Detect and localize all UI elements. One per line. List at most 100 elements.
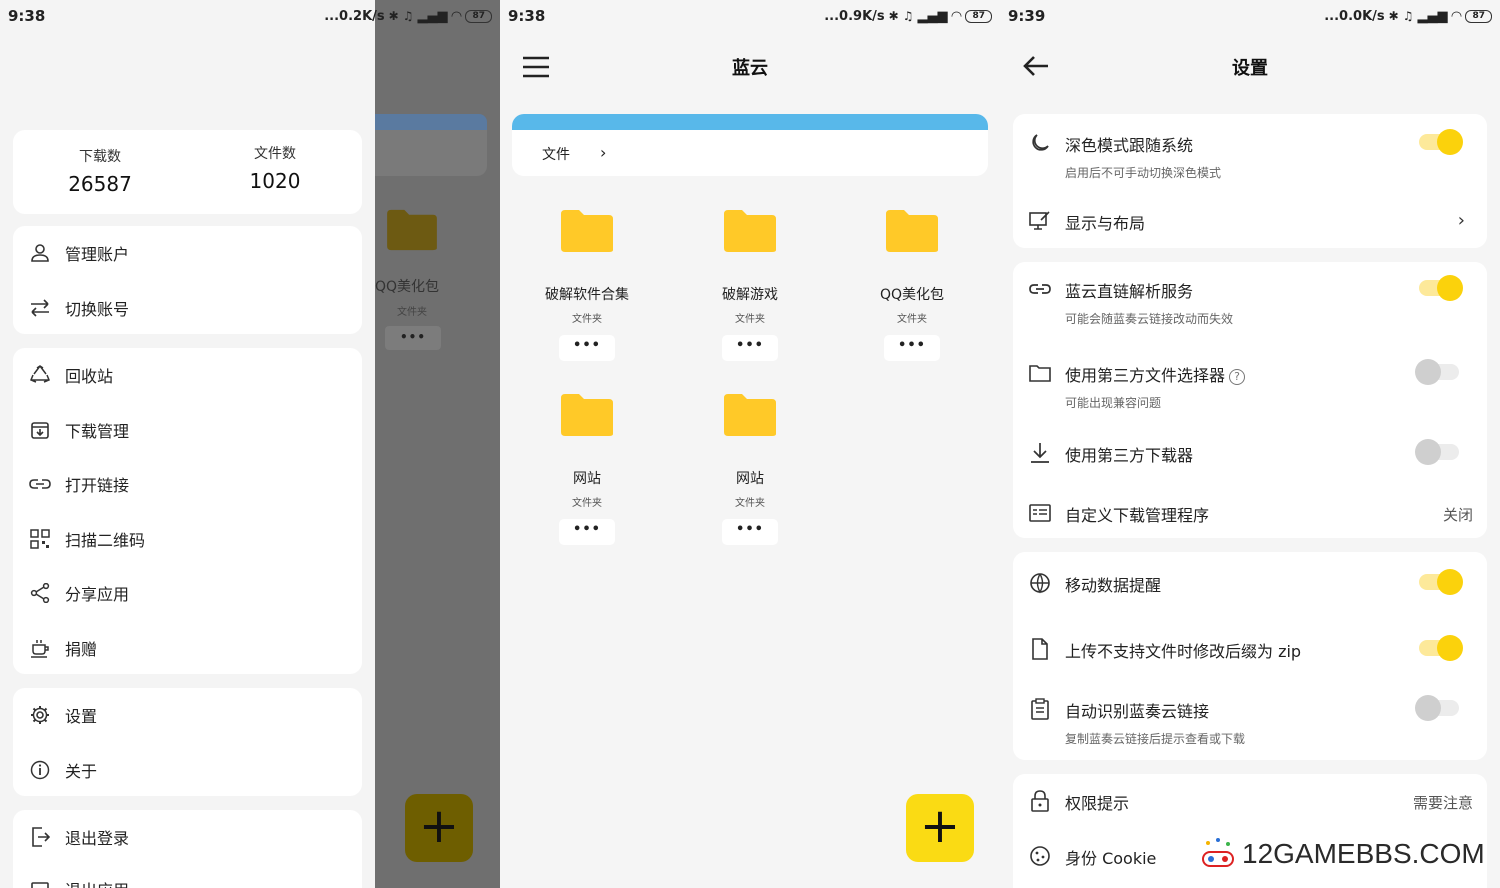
setting-third-party-downloader[interactable]: 使用第三方下载器 bbox=[1029, 439, 1473, 468]
files-stat: 文件数 1020 bbox=[215, 143, 335, 193]
menu-about[interactable]: 关于 bbox=[29, 755, 97, 785]
setting-title: 使用第三方文件选择器? bbox=[1065, 362, 1246, 386]
setting-title: 身份 Cookie bbox=[1065, 849, 1157, 868]
fab-add-button: + bbox=[405, 794, 473, 862]
stats-card: 下载数 26587 文件数 1020 bbox=[13, 130, 362, 214]
folder-item[interactable]: 网站 文件夹 ••• bbox=[675, 392, 825, 545]
settings-group-appearance: 深色模式跟随系统 启用后不可手动切换深色模式 显示与布局 › bbox=[1013, 114, 1487, 248]
menu-share-app[interactable]: 分享应用 bbox=[29, 578, 129, 608]
setting-title: 蓝云直链解析服务 bbox=[1065, 282, 1194, 301]
more-button[interactable]: ••• bbox=[559, 335, 615, 361]
setting-custom-download-manager[interactable]: 自定义下载管理程序 关闭 bbox=[1029, 502, 1473, 528]
setting-upload-zip[interactable]: 上传不支持文件时修改后缀为 zip bbox=[1029, 635, 1473, 664]
third-picker-toggle[interactable] bbox=[1415, 359, 1459, 385]
menu-switch-account[interactable]: 切换账号 bbox=[29, 293, 129, 323]
moon-icon bbox=[1032, 134, 1049, 151]
menu-open-link[interactable]: 打开链接 bbox=[29, 469, 129, 499]
setting-title: 上传不支持文件时修改后缀为 zip bbox=[1065, 642, 1302, 661]
setting-title: 深色模式跟随系统 bbox=[1065, 136, 1194, 155]
setting-desc: 复制蓝奏云链接后提示查看或下载 bbox=[1065, 732, 1246, 746]
setting-display-layout[interactable]: 显示与布局 › bbox=[1029, 210, 1473, 236]
more-button[interactable]: ••• bbox=[722, 335, 778, 361]
folder-name: 破解游戏 bbox=[722, 287, 778, 303]
coffee-cup-icon bbox=[29, 637, 51, 659]
third-downloader-toggle[interactable] bbox=[1415, 439, 1459, 465]
folder-name: QQ美化包 bbox=[375, 279, 440, 295]
more-button[interactable]: ••• bbox=[884, 335, 940, 361]
mobile-data-toggle[interactable] bbox=[1419, 569, 1463, 595]
terminal-icon bbox=[1029, 504, 1051, 522]
setting-title-text: 使用第三方文件选择器 bbox=[1065, 366, 1226, 385]
setting-title: 使用第三方下载器 bbox=[1065, 446, 1194, 465]
gamepad-logo-icon bbox=[1202, 838, 1234, 867]
mute-icon: ♫ bbox=[902, 9, 914, 23]
menu-scan-qr[interactable]: 扫描二维码 bbox=[29, 524, 145, 554]
drawer-screen: QQ美化包 文件夹 ••• + 9:38 下载数 26587 文件数 1020 … bbox=[0, 0, 500, 888]
fab-add-button[interactable]: + bbox=[906, 794, 974, 862]
status-time: 9:39 bbox=[1008, 7, 1046, 25]
menu-manage-account[interactable]: 管理账户 bbox=[29, 238, 129, 268]
folder-item[interactable]: 网站 文件夹 ••• bbox=[512, 392, 662, 545]
menu-label: 退出应用 bbox=[65, 877, 129, 888]
menu-download-manager[interactable]: 下载管理 bbox=[29, 415, 129, 445]
gear-icon bbox=[29, 704, 51, 726]
bluetooth-icon: ✱ bbox=[888, 9, 899, 23]
folder-item[interactable]: 破解软件合集 文件夹 ••• bbox=[512, 208, 662, 361]
setting-mobile-data[interactable]: 移动数据提醒 bbox=[1029, 569, 1473, 598]
setting-title: 自动识别蓝奏云链接 bbox=[1065, 702, 1210, 721]
more-button[interactable]: ••• bbox=[559, 519, 615, 545]
status-bar: 9:38 ...0.9K/s ✱ ♫ ▂▄▆ ◠ 87 bbox=[500, 0, 1000, 32]
folder-icon bbox=[387, 209, 437, 251]
menu-donate[interactable]: 捐赠 bbox=[29, 633, 97, 663]
auto-detect-toggle[interactable] bbox=[1415, 695, 1459, 721]
globe-icon bbox=[1030, 573, 1050, 594]
menu-label: 下载管理 bbox=[65, 422, 130, 441]
status-icons: ...0.9K/s ✱ ♫ ▂▄▆ ◠ 87 bbox=[824, 9, 992, 24]
menu-exit-app[interactable]: 退出应用 bbox=[29, 874, 129, 888]
menu-label: 退出登录 bbox=[65, 829, 130, 848]
settings-group-misc: 移动数据提醒 上传不支持文件时修改后缀为 zip 自动识别蓝奏云链接 复制蓝奏云… bbox=[1013, 552, 1487, 760]
more-button[interactable]: ••• bbox=[722, 519, 778, 545]
setting-permission[interactable]: 权限提示 需要注意 bbox=[1029, 790, 1473, 816]
dark-mode-toggle[interactable] bbox=[1419, 129, 1463, 155]
download-icon bbox=[1031, 443, 1049, 463]
setting-title: 移动数据提醒 bbox=[1065, 576, 1162, 595]
setting-dark-mode[interactable]: 深色模式跟随系统 启用后不可手动切换深色模式 bbox=[1029, 129, 1473, 182]
direct-link-toggle[interactable] bbox=[1419, 275, 1463, 301]
folder-sub: 文件夹 bbox=[397, 307, 427, 318]
folder-icon bbox=[561, 394, 613, 436]
folder-name: 破解软件合集 bbox=[545, 287, 629, 303]
setting-title: 显示与布局 bbox=[1065, 214, 1146, 233]
setting-direct-link[interactable]: 蓝云直链解析服务 可能会随蓝奏云链接改动而失效 bbox=[1029, 275, 1473, 328]
dimmed-background[interactable]: QQ美化包 文件夹 ••• + bbox=[375, 0, 500, 888]
help-icon[interactable]: ? bbox=[1229, 368, 1246, 385]
downloads-stat: 下载数 26587 bbox=[40, 146, 160, 196]
menu-label: 回收站 bbox=[65, 367, 114, 386]
file-icon bbox=[1032, 638, 1048, 660]
breadcrumb[interactable]: 文件 bbox=[542, 144, 570, 164]
upload-zip-toggle[interactable] bbox=[1419, 635, 1463, 661]
files-screen: 9:38 ...0.9K/s ✱ ♫ ▂▄▆ ◠ 87 蓝云 文件 › 破解软件… bbox=[500, 0, 1000, 888]
setting-third-party-picker[interactable]: 使用第三方文件选择器? 可能出现兼容问题 bbox=[1029, 359, 1473, 412]
folder-sub: 文件夹 bbox=[897, 314, 927, 325]
settings-card: 设置 关于 bbox=[13, 688, 362, 796]
logout-icon bbox=[29, 826, 51, 848]
folder-item[interactable]: 破解游戏 文件夹 ••• bbox=[675, 208, 825, 361]
folder-item[interactable]: QQ美化包 文件夹 ••• bbox=[837, 208, 987, 361]
watermark-text: 12GAMEBBS.COM bbox=[1242, 838, 1485, 869]
folder-icon bbox=[724, 394, 776, 436]
info-icon bbox=[29, 759, 51, 781]
cookie-icon bbox=[1030, 846, 1050, 866]
status-bar: 9:38 bbox=[0, 0, 375, 32]
menu-recycle-bin[interactable]: 回收站 bbox=[29, 360, 113, 390]
clipboard-icon bbox=[1031, 698, 1049, 720]
chevron-right-icon: › bbox=[600, 143, 607, 162]
mute-icon: ♫ bbox=[1402, 9, 1414, 23]
menu-logout[interactable]: 退出登录 bbox=[29, 822, 129, 852]
setting-desc: 可能会随蓝奏云链接改动而失效 bbox=[1065, 312, 1234, 326]
setting-auto-detect-link[interactable]: 自动识别蓝奏云链接 复制蓝奏云链接后提示查看或下载 bbox=[1029, 695, 1473, 748]
menu-label: 捐赠 bbox=[65, 640, 98, 659]
recycle-icon bbox=[29, 364, 51, 386]
menu-settings[interactable]: 设置 bbox=[29, 700, 97, 730]
menu-label: 关于 bbox=[65, 762, 98, 781]
